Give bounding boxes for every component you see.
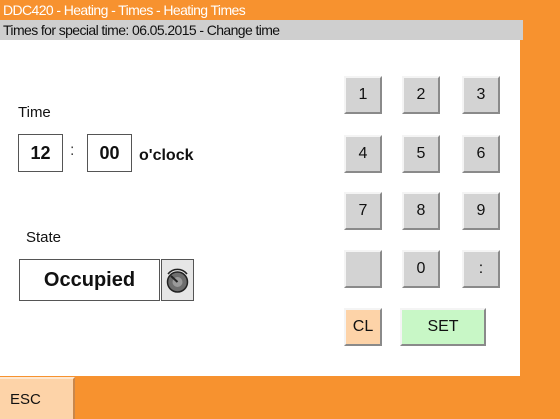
state-value[interactable]: Occupied [19,259,160,301]
page-subtitle: Times for special time: 06.05.2015 - Cha… [0,20,523,40]
time-separator: : [70,142,75,159]
key-1[interactable]: 1 [344,76,382,114]
key-8[interactable]: 8 [402,192,440,230]
state-label: State [26,229,62,246]
time-label: Time [18,104,51,121]
rotary-knob-icon [166,268,189,293]
set-button[interactable]: SET [400,308,486,346]
window-title: DDC420 - Heating - Times - Heating Times [3,2,246,18]
hour-field[interactable]: 12 [18,134,63,172]
key-blank[interactable] [344,250,382,288]
key-6[interactable]: 6 [462,135,500,173]
state-toggle-button[interactable] [161,259,194,301]
clear-button[interactable]: CL [344,308,382,346]
time-unit-label: o'clock [139,147,194,164]
key-9[interactable]: 9 [462,192,500,230]
key-0[interactable]: 0 [402,250,440,288]
key-5[interactable]: 5 [402,135,440,173]
esc-button[interactable]: ESC [0,377,75,419]
key-7[interactable]: 7 [344,192,382,230]
main-panel: Times for special time: 06.05.2015 - Cha… [0,20,523,376]
key-3[interactable]: 3 [462,76,500,114]
key-4[interactable]: 4 [344,135,382,173]
esc-label: ESC [10,391,41,408]
key-colon[interactable]: : [462,250,500,288]
minute-field[interactable]: 00 [87,134,132,172]
key-2[interactable]: 2 [402,76,440,114]
